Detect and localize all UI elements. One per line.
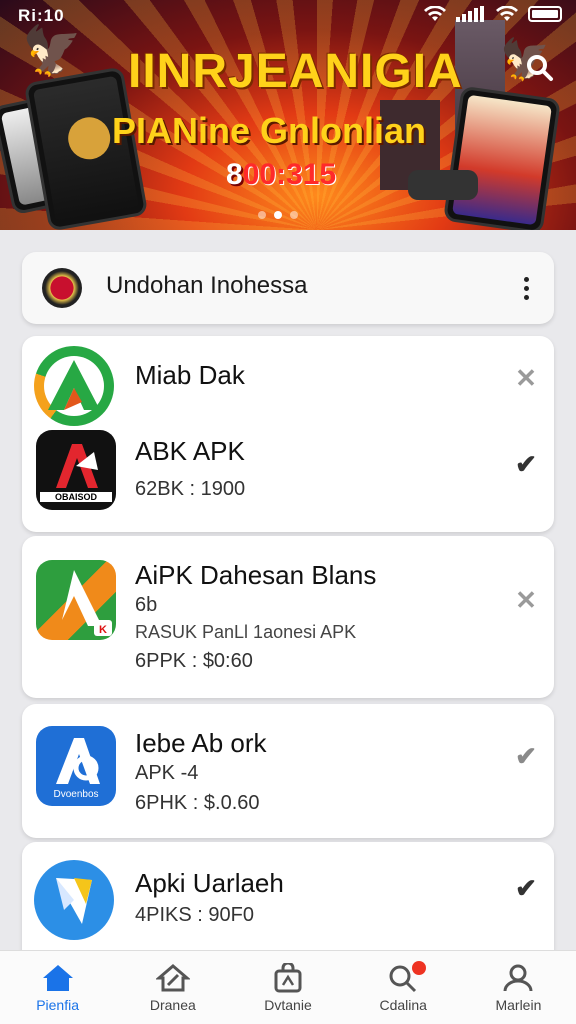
svg-text:K: K <box>99 624 107 636</box>
app-description: RASUK PanLl 1aonesi APK <box>135 622 357 642</box>
installed-check-button[interactable]: ✔ <box>510 448 542 480</box>
user-icon <box>503 964 533 992</box>
banner-price: 800:315 <box>226 158 336 192</box>
app-name: Miab Dak <box>135 360 245 390</box>
nav-label: Dranea <box>149 997 196 1013</box>
dismiss-button[interactable]: ✕ <box>510 362 542 394</box>
app-group-card: Miab Dak ✕ OBAISOD ABK APK 62BK : 1900 ✔ <box>22 336 554 532</box>
dismiss-button[interactable]: ✕ <box>510 584 542 616</box>
more-dot-icon <box>523 294 529 300</box>
more-options-button[interactable] <box>512 268 540 308</box>
phone-illustration-right <box>443 85 561 230</box>
app-size: 6PPK : $0:60 <box>135 650 253 672</box>
app-icon-apki[interactable] <box>34 860 114 940</box>
triangle-logo-icon: K <box>62 570 112 636</box>
promo-banner[interactable]: 🦅 🦅 IINRJEANIGIA PIANine Gnlonlian 800:3… <box>0 0 576 230</box>
app-card: Dvoenbos Iebe Ab ork APK -4 6PHK : $.0.6… <box>22 704 554 838</box>
search-icon <box>527 55 553 81</box>
app-size: 4PIKS : 90F0 <box>135 904 254 926</box>
bottom-navigation: Pienfia Dranea Dvtanie Cdalina Marlein <box>0 950 576 1024</box>
nav-item-home[interactable]: Pienfia <box>0 951 115 1024</box>
app-version: 6b <box>135 594 158 616</box>
carousel-dot[interactable] <box>290 211 298 219</box>
nav-label: Cdalina <box>379 997 427 1013</box>
status-time: Ri:10 <box>18 6 65 25</box>
triangle-logo-icon <box>44 356 104 416</box>
banner-headline: IINRJEANIGIA <box>128 45 463 98</box>
app-name: ABK APK <box>135 436 245 466</box>
app-icon-caption: Dvoenbos <box>53 789 99 800</box>
nav-label: Pienfia <box>36 997 79 1013</box>
status-bar: Ri:10 <box>0 4 576 28</box>
nav-item-profile[interactable]: Marlein <box>461 951 576 1024</box>
check-icon: ✔ <box>515 448 537 479</box>
app-name: Apki Uarlaeh <box>135 868 284 898</box>
check-icon: ✔ <box>515 740 537 771</box>
more-dot-icon <box>523 276 529 282</box>
check-icon: ✔ <box>515 872 537 903</box>
wifi-icon <box>424 6 446 21</box>
nav-label: Dvtanie <box>264 997 312 1013</box>
close-icon: ✕ <box>515 362 537 393</box>
nav-item-search[interactable]: Cdalina <box>346 951 461 1024</box>
app-icon-iebe[interactable]: Dvoenbos <box>36 726 116 806</box>
banner-price-prefix: 8 <box>226 158 243 191</box>
installed-check-button[interactable]: ✔ <box>510 872 542 904</box>
section-title: Undohan Inohessa <box>106 272 308 299</box>
app-size: 62BK : 1900 <box>135 478 246 500</box>
emblem-logo-icon <box>42 268 82 308</box>
app-icon-miab[interactable] <box>34 346 114 426</box>
section-header-card[interactable]: Undohan Inohessa <box>22 252 554 324</box>
app-icon-aipk[interactable]: K <box>36 560 116 640</box>
app-icon-caption: OBAISOD <box>40 492 112 502</box>
app-version: APK -4 <box>135 762 199 784</box>
nav-item-apps[interactable]: Dvtanie <box>230 951 345 1024</box>
home-icon <box>42 965 73 991</box>
wifi-icon-2 <box>496 6 518 21</box>
more-dot-icon <box>523 285 529 291</box>
banner-price-amount: 00:315 <box>242 158 337 191</box>
nav-label: Marlein <box>495 997 542 1013</box>
app-name: Iebe Ab ork <box>135 728 267 758</box>
house-outline-icon <box>155 964 190 992</box>
banner-subheadline: PIANine Gnlonlian <box>112 110 427 151</box>
bag-icon <box>274 963 302 993</box>
app-icon-abk[interactable]: OBAISOD <box>36 430 116 510</box>
signal-icon <box>456 6 484 22</box>
installed-check-button[interactable]: ✔ <box>510 740 542 772</box>
battery-icon <box>528 6 562 22</box>
garuda-emblem-icon: 🦅 <box>22 25 82 78</box>
notification-badge <box>411 961 426 975</box>
close-icon: ✕ <box>515 584 537 615</box>
document-logo-icon <box>56 878 92 924</box>
carousel-indicator[interactable] <box>258 211 298 219</box>
search-button[interactable] <box>512 40 568 96</box>
app-size: 6PHK : $.0.60 <box>135 792 260 814</box>
app-card: K AiPK Dahesan Blans 6b RASUK PanLl 1aon… <box>22 536 554 698</box>
car-silhouette <box>408 170 478 200</box>
carousel-dot[interactable] <box>258 211 266 219</box>
status-icons <box>424 6 562 22</box>
nav-item-games[interactable]: Dranea <box>115 951 230 1024</box>
app-name: AiPK Dahesan Blans <box>135 560 377 590</box>
carousel-dot-active[interactable] <box>274 211 282 219</box>
